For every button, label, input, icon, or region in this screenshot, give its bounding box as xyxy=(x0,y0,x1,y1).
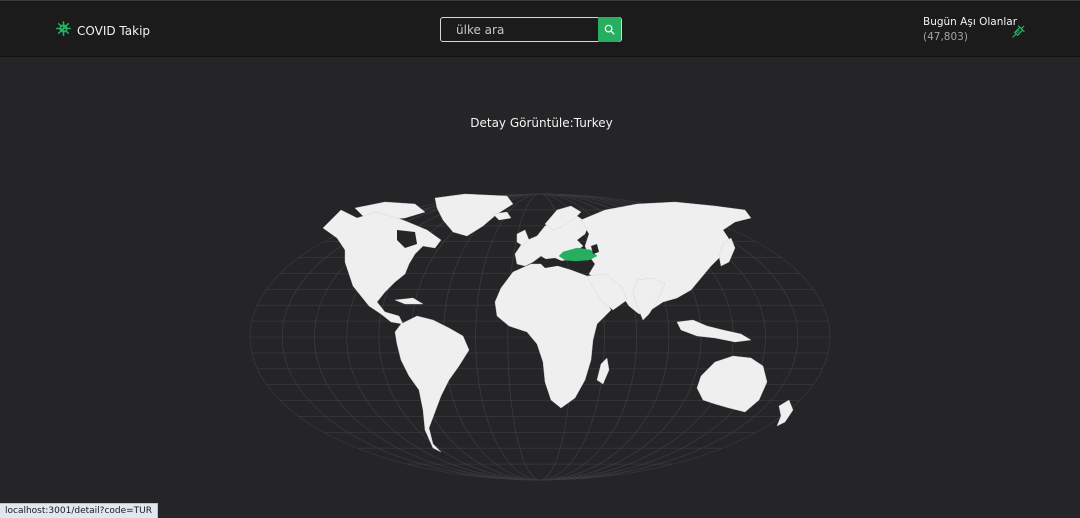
country-north-america[interactable] xyxy=(322,209,442,325)
vaccination-count: (47,803) xyxy=(923,31,968,43)
brand-link[interactable]: COVID Takip xyxy=(56,21,150,40)
detail-title: Detay Görüntüle:Turkey xyxy=(470,116,613,130)
map-land xyxy=(322,193,794,453)
status-bar-url: localhost:3001/detail?code=TUR xyxy=(0,503,159,518)
country-australia[interactable] xyxy=(696,355,768,413)
vaccination-info: Bugün Aşı Olanlar (47,803) xyxy=(923,16,1017,43)
search-icon xyxy=(604,20,615,39)
vaccination-label: Bugün Aşı Olanlar xyxy=(923,16,1018,28)
country-cuba[interactable] xyxy=(394,297,424,305)
world-map xyxy=(249,193,831,481)
country-madagascar[interactable] xyxy=(596,357,610,385)
country-indonesia[interactable] xyxy=(676,319,752,343)
search-input[interactable] xyxy=(441,18,599,41)
search-button[interactable] xyxy=(598,17,621,42)
syringe-icon xyxy=(1012,23,1025,42)
virus-icon xyxy=(56,21,71,40)
search-box xyxy=(440,17,622,42)
top-navbar: COVID Takip Bugün Aşı Olanlar (47,803) xyxy=(0,0,1080,57)
brand-text[interactable]: COVID Takip xyxy=(77,24,150,38)
country-south-america[interactable] xyxy=(394,315,470,453)
country-new-zealand[interactable] xyxy=(776,399,794,427)
